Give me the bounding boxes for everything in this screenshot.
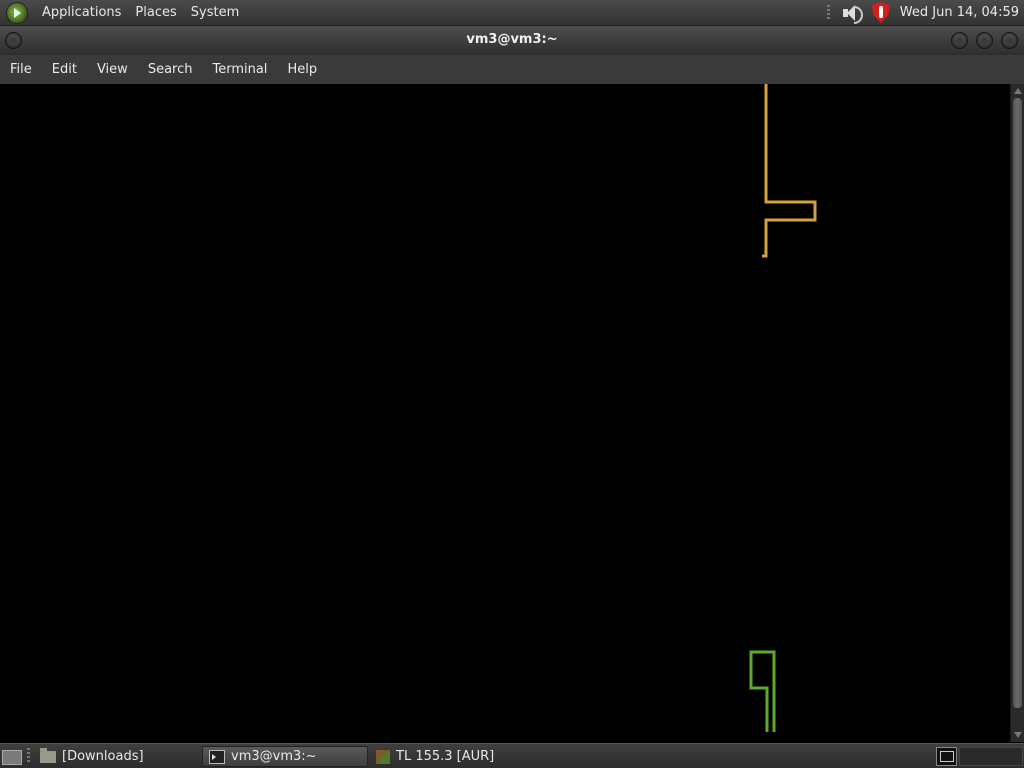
- cube-icon: [376, 749, 390, 764]
- menu-file[interactable]: File: [0, 62, 42, 77]
- show-desktop-button[interactable]: [2, 747, 22, 765]
- menu-terminal[interactable]: Terminal: [202, 62, 277, 77]
- places-menu[interactable]: Places: [135, 5, 176, 20]
- system-menu[interactable]: System: [191, 5, 239, 20]
- scroll-up-icon[interactable]: [1014, 88, 1022, 94]
- scrollbar-thumb[interactable]: [1013, 98, 1022, 708]
- workspace-switcher-1[interactable]: [936, 747, 957, 766]
- folder-icon: [40, 747, 56, 763]
- taskbar-item-downloads[interactable]: [Downloads]: [34, 746, 200, 767]
- close-button[interactable]: [1001, 32, 1018, 49]
- taskbar-item-label: TL 155.3 [AUR]: [396, 749, 495, 764]
- bottom-panel: [Downloads] vm3@vm3:~ TL 155.3 [AUR]: [0, 743, 1024, 768]
- taskbar-item-tl[interactable]: TL 155.3 [AUR]: [370, 746, 536, 767]
- shield-icon[interactable]: [871, 2, 890, 23]
- clock[interactable]: Wed Jun 14, 04:59: [900, 5, 1019, 20]
- green-line-glyph: [749, 650, 776, 732]
- top-panel-menus: Applications Places System: [6, 0, 239, 25]
- workspace-switcher-2[interactable]: [959, 747, 1023, 766]
- distro-logo-icon[interactable]: [6, 1, 28, 24]
- terminal-scrollbar[interactable]: [1010, 84, 1024, 742]
- menu-edit[interactable]: Edit: [42, 62, 87, 77]
- applications-menu[interactable]: Applications: [42, 5, 121, 20]
- taskbar-item-label: [Downloads]: [62, 749, 144, 764]
- panel-grip: [826, 4, 830, 21]
- maximize-button[interactable]: [976, 32, 993, 49]
- panel-separator: [27, 748, 30, 764]
- menu-help[interactable]: Help: [277, 62, 327, 77]
- terminal-viewport[interactable]: [0, 84, 1010, 742]
- menu-view[interactable]: View: [87, 62, 138, 77]
- system-tray: Wed Jun 14, 04:59: [826, 0, 1019, 25]
- minimize-button[interactable]: [951, 32, 968, 49]
- terminal-menubar: File Edit View Search Terminal Help: [0, 55, 1024, 84]
- speaker-icon[interactable]: [840, 4, 863, 24]
- taskbar-item-terminal[interactable]: vm3@vm3:~: [202, 746, 368, 767]
- taskbar-item-label: vm3@vm3:~: [231, 749, 317, 764]
- terminal-icon: [209, 749, 225, 764]
- menu-search[interactable]: Search: [138, 62, 203, 77]
- window-titlebar[interactable]: vm3@vm3:~: [0, 26, 1024, 55]
- scroll-down-icon[interactable]: [1014, 732, 1022, 738]
- orange-line-glyph: [762, 84, 817, 258]
- top-panel: Applications Places System Wed Jun 14, 0…: [0, 0, 1024, 26]
- window-title: vm3@vm3:~: [466, 32, 558, 47]
- terminal-drawing: [749, 84, 817, 732]
